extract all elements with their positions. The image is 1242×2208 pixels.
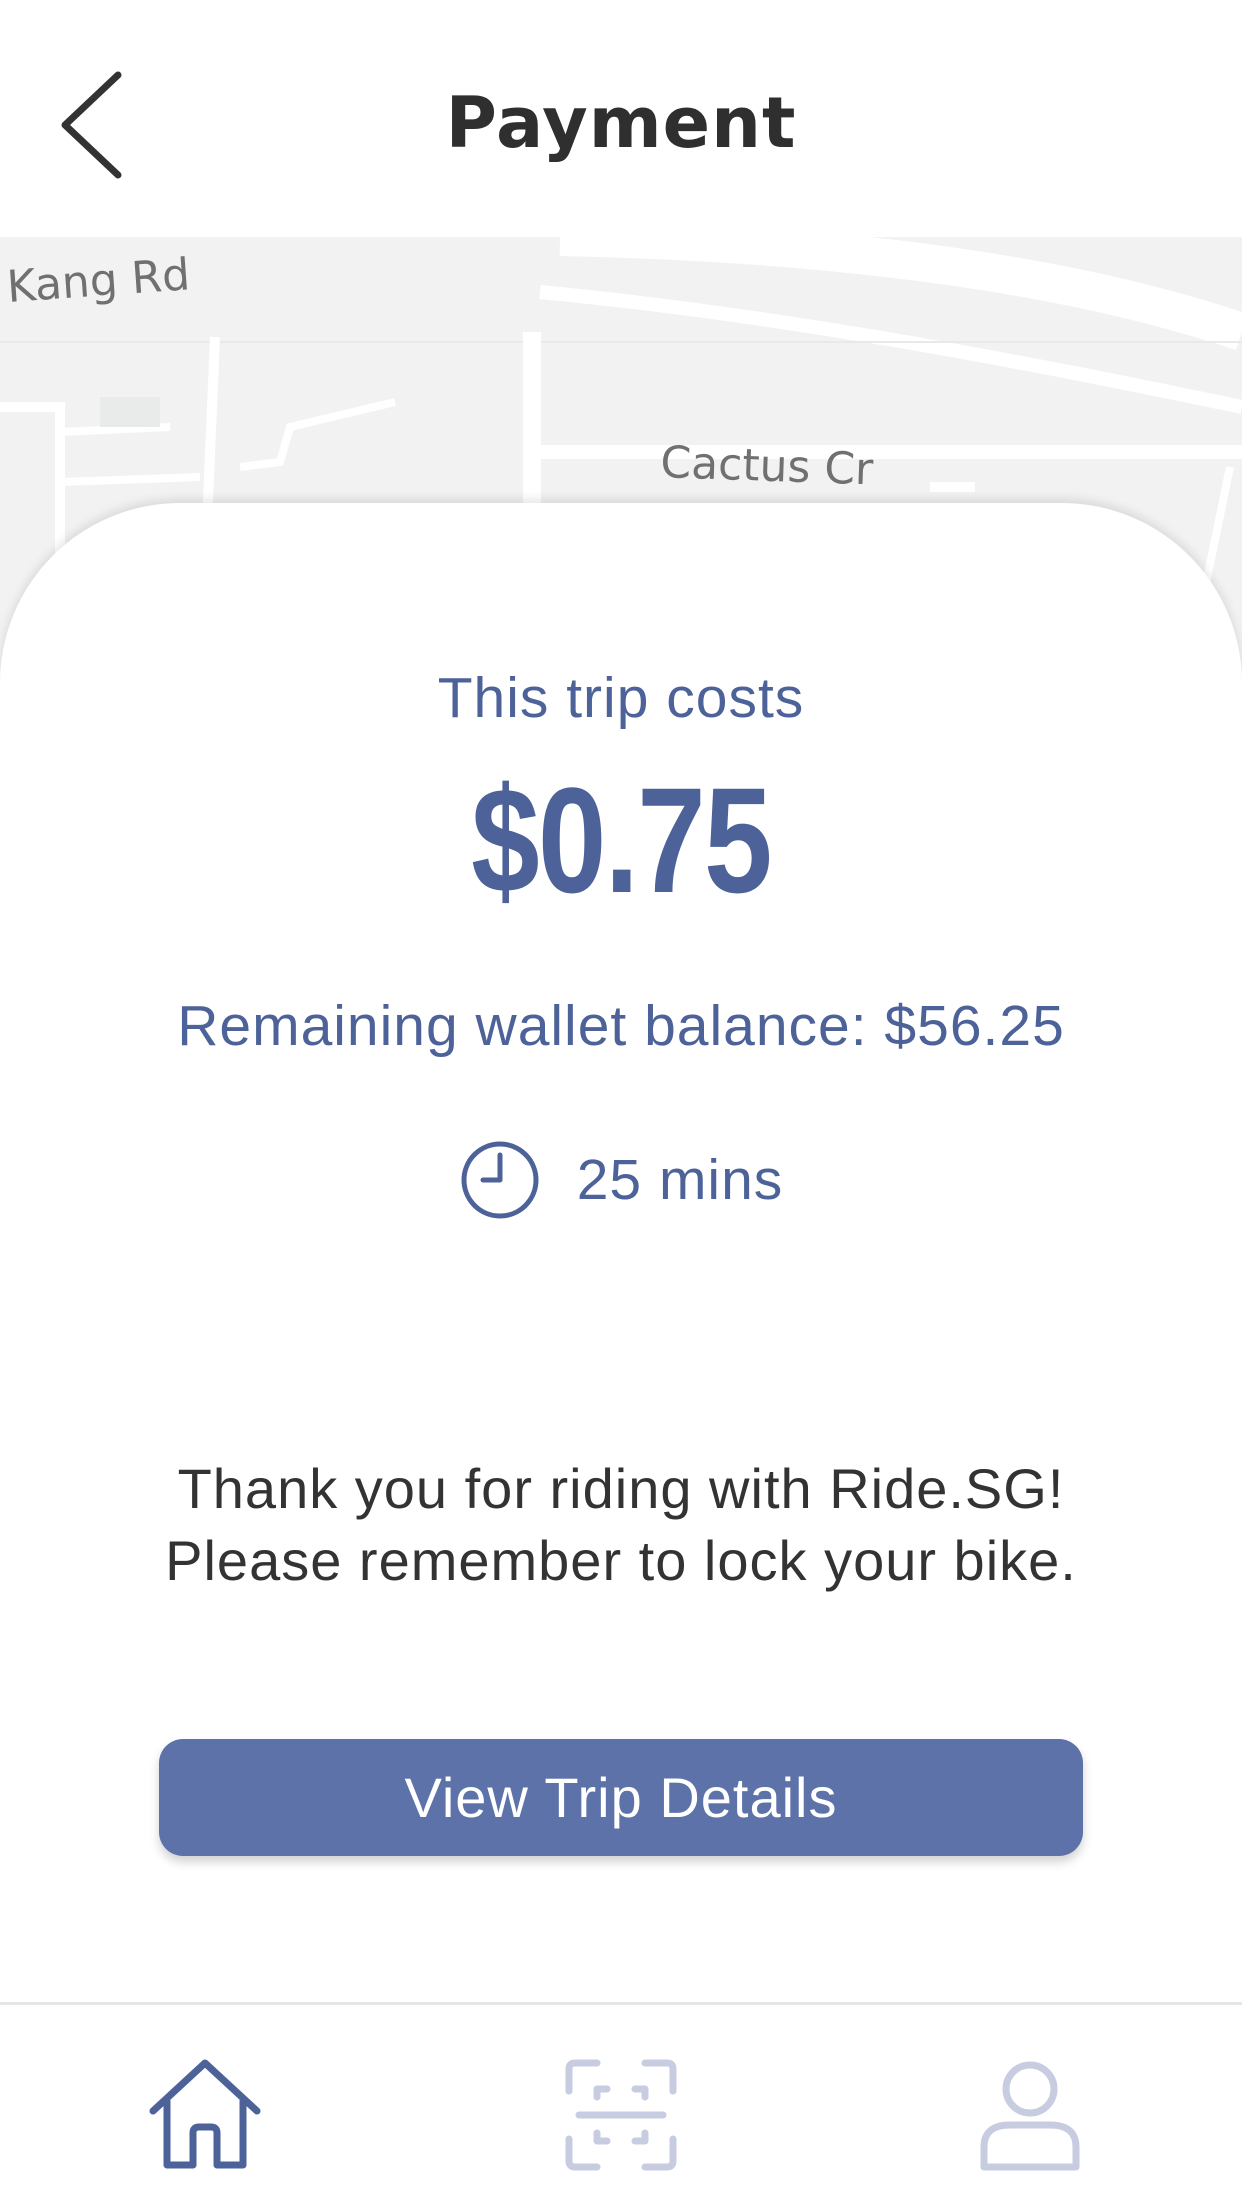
- trip-cost-label: This trip costs: [437, 666, 805, 730]
- thank-you-message: Thank you for riding with Ride.SG! Pleas…: [0, 1453, 1242, 1597]
- payment-summary-card: This trip costs $0.75 Remaining wallet b…: [0, 503, 1242, 2003]
- map-label-cactus-cr: Cactus Cr: [660, 437, 875, 495]
- tab-home[interactable]: [145, 2055, 265, 2175]
- home-icon: [149, 2059, 261, 2169]
- thank-you-line-1: Thank you for riding with Ride.SG!: [177, 1457, 1065, 1520]
- header: Payment: [0, 0, 1242, 237]
- tab-profile[interactable]: [970, 2055, 1090, 2175]
- tab-scan[interactable]: [561, 2055, 681, 2175]
- clock-icon: [461, 1141, 539, 1219]
- trip-duration: 25 mins: [0, 1135, 1242, 1225]
- page-title: Payment: [445, 82, 797, 164]
- bottom-tab-bar: [0, 2002, 1242, 2208]
- view-trip-details-button[interactable]: View Trip Details: [159, 1739, 1083, 1856]
- trip-cost-amount: $0.75: [471, 756, 772, 924]
- wallet-balance: Remaining wallet balance: $56.25: [177, 994, 1065, 1058]
- payment-screen: Payment Kang Rd Cactus Cr This trip cost…: [0, 0, 1242, 2208]
- profile-icon: [980, 2061, 1080, 2171]
- map-label-kang-rd: Kang Rd: [5, 249, 191, 313]
- thank-you-line-2: Please remember to lock your bike.: [165, 1529, 1077, 1592]
- scan-icon: [565, 2059, 677, 2171]
- duration-text: 25 mins: [576, 1148, 784, 1212]
